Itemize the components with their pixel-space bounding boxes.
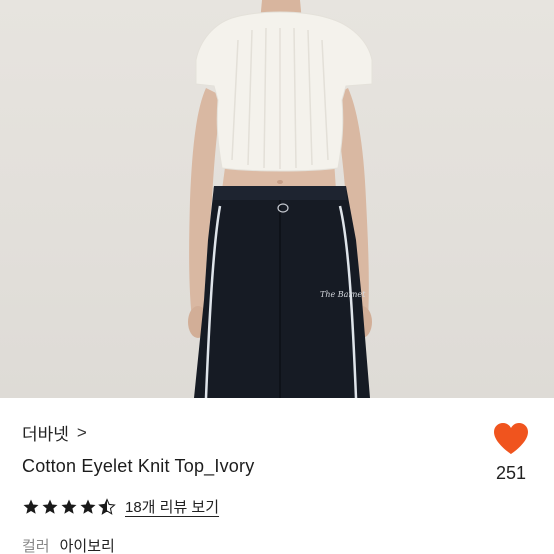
- option-row: 컬러 아이보리: [22, 535, 115, 554]
- brand-link[interactable]: 더바넷 >: [22, 420, 87, 445]
- star-half-icon: [98, 497, 116, 515]
- star-icon: [42, 499, 58, 514]
- star-rating: [22, 497, 117, 516]
- product-title: Cotton Eyelet Knit Top_Ivory: [22, 456, 255, 476]
- product-info-panel: 더바넷 > Cotton Eyelet Knit Top_Ivory 18개 리…: [0, 398, 554, 554]
- like-count: 251: [495, 463, 527, 483]
- option-value: 아이보리: [59, 538, 115, 554]
- review-link[interactable]: 18개 리뷰 보기: [125, 496, 219, 517]
- like-button[interactable]: 251: [490, 422, 532, 484]
- model-photo: The Barnet: [188, 0, 373, 398]
- product-image[interactable]: The Barnet: [0, 0, 554, 398]
- chevron-right-icon: >: [76, 422, 87, 442]
- star-icon: [80, 499, 96, 514]
- brand-name: 더바넷: [22, 425, 69, 444]
- star-icon: [23, 499, 39, 514]
- pants-logo-text: The Barnet: [320, 290, 366, 299]
- rating-row: 18개 리뷰 보기: [22, 496, 219, 517]
- option-label: 컬러: [22, 538, 50, 554]
- star-icon: [61, 499, 77, 514]
- heart-icon: [494, 423, 528, 454]
